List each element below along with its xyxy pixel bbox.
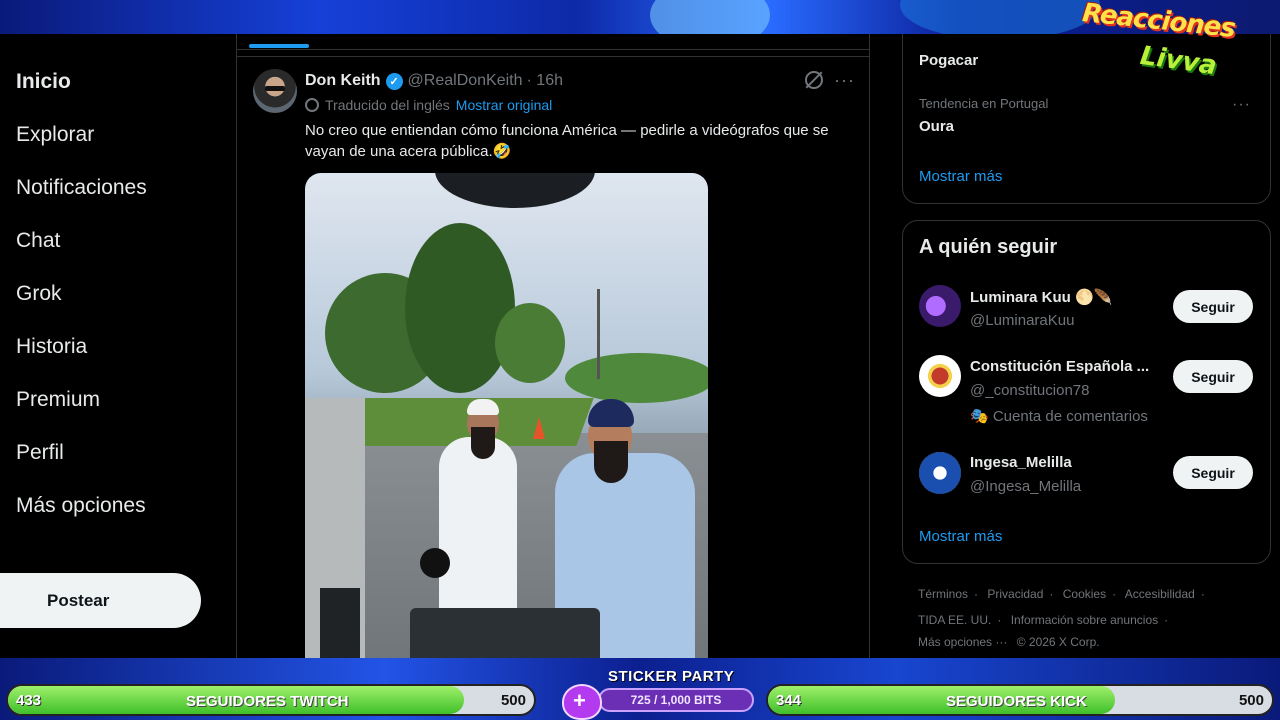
show-original-link[interactable]: Mostrar original — [456, 97, 552, 113]
channel-logo: Reacciones Livva — [1080, 0, 1237, 82]
verified-badge-icon: ✓ — [385, 72, 403, 90]
post-button[interactable]: Postear — [0, 573, 201, 628]
grok-icon[interactable] — [805, 71, 823, 89]
tweet-header: Don Keith ✓ @RealDonKeith · 16h — [305, 72, 563, 90]
tweet-time[interactable]: · 16h — [527, 72, 563, 90]
translate-icon — [305, 98, 319, 112]
more-horizontal-icon[interactable]: ··· — [834, 70, 855, 91]
more-horizontal-icon[interactable]: ··· — [1232, 96, 1251, 114]
nav-item-mas-opciones[interactable]: Más opciones — [16, 494, 146, 518]
divider — [237, 49, 869, 50]
sticker-party-goal: STICKER PARTY 725 / 1,000 BITS + — [558, 666, 758, 720]
footer-link[interactable]: Términos — [918, 587, 968, 601]
sidebar-nav: Inicio Explorar Notificaciones Chat Grok… — [0, 34, 236, 658]
trend-item[interactable]: Oura — [919, 118, 954, 135]
tweet-video[interactable] — [305, 173, 708, 658]
footer-link[interactable]: Cookies — [1063, 587, 1106, 601]
tab-indicator — [249, 44, 309, 48]
translation-row: Traducido del inglés Mostrar original — [305, 97, 552, 113]
sticker-progress-bar: 725 / 1,000 BITS — [598, 688, 754, 712]
nav-item-premium[interactable]: Premium — [16, 388, 100, 412]
plus-heart-icon: + — [558, 682, 606, 720]
nav-item-perfil[interactable]: Perfil — [16, 441, 64, 465]
footer-link[interactable]: Privacidad — [987, 587, 1043, 601]
right-sidebar: Pogacar Tendencia en Portugal ··· Oura M… — [870, 34, 1280, 658]
nav-item-chat[interactable]: Chat — [16, 229, 60, 253]
follow-button[interactable]: Seguir — [1173, 290, 1253, 323]
translated-label: Traducido del inglés — [325, 97, 450, 113]
avatar[interactable] — [919, 452, 961, 494]
footer-link[interactable]: Accesibilidad — [1125, 587, 1195, 601]
suggestion-handle[interactable]: @_constitucion78 — [970, 382, 1089, 399]
footer-links: TIDA EE. UU. · Información sobre anuncios… — [918, 613, 1169, 627]
divider — [237, 56, 869, 57]
suggestion-name[interactable]: Constitución Española ... — [970, 358, 1149, 375]
tweet-text: No creo que entiendan cómo funciona Amér… — [305, 122, 829, 160]
show-more-follow-link[interactable]: Mostrar más — [919, 528, 1002, 545]
footer-links: Términos · Privacidad · Cookies · Accesibil… — [918, 587, 1205, 601]
nav-item-explorar[interactable]: Explorar — [16, 123, 94, 147]
author-name[interactable]: Don Keith — [305, 72, 381, 90]
copyright: © 2026 X Corp. — [1016, 635, 1100, 649]
nav-item-historia[interactable]: Historia — [16, 335, 87, 359]
suggestion-handle[interactable]: @LuminaraKuu — [970, 312, 1074, 329]
avatar[interactable] — [919, 355, 961, 397]
follow-button[interactable]: Seguir — [1173, 360, 1253, 393]
nav-item-notificaciones[interactable]: Notificaciones — [16, 176, 147, 200]
author-handle[interactable]: @RealDonKeith — [408, 72, 523, 90]
footer-link[interactable]: Más opciones ··· — [918, 635, 1007, 649]
nav-item-grok[interactable]: Grok — [16, 282, 62, 306]
suggestion-name[interactable]: Ingesa_Melilla — [970, 454, 1072, 471]
twitch-follower-goal: 433 SEGUIDORES TWITCH 500 — [6, 684, 536, 716]
suggestion-name[interactable]: Luminara Kuu 🌕🪶 — [970, 288, 1112, 306]
who-to-follow-title: A quién seguir — [919, 236, 1058, 258]
footer-link[interactable]: Información sobre anuncios — [1011, 613, 1158, 627]
follow-button[interactable]: Seguir — [1173, 456, 1253, 489]
show-more-trends-link[interactable]: Mostrar más — [919, 168, 1002, 185]
footer-link[interactable]: TIDA EE. UU. — [918, 613, 991, 627]
account-label: 🎭 Cuenta de comentarios — [970, 408, 1148, 425]
avatar[interactable] — [253, 69, 297, 113]
trend-item[interactable]: Pogacar — [919, 52, 978, 69]
nav-item-inicio[interactable]: Inicio — [16, 70, 71, 94]
timeline: Don Keith ✓ @RealDonKeith · 16h ··· Trad… — [237, 34, 869, 658]
trend-meta: Tendencia en Portugal — [919, 96, 1049, 111]
kick-follower-goal: 344 SEGUIDORES KICK 500 — [766, 684, 1274, 716]
footer-links: Más opciones ··· © 2026 X Corp. — [918, 635, 1106, 649]
suggestion-handle[interactable]: @Ingesa_Melilla — [970, 478, 1081, 495]
stream-overlay-bottom: 433 SEGUIDORES TWITCH 500 STICKER PARTY … — [0, 658, 1280, 720]
avatar[interactable] — [919, 285, 961, 327]
